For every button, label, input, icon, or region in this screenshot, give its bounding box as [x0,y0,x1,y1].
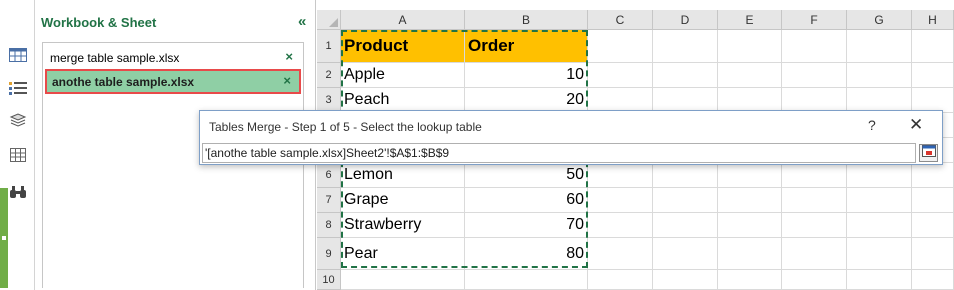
cell-a9[interactable]: Pear [341,238,465,270]
cell-h8[interactable] [912,213,954,238]
cell-c2[interactable] [588,63,653,88]
cell-e1[interactable] [718,30,782,63]
close-button[interactable]: ✕ [909,115,923,135]
cell-a2[interactable]: Apple [341,63,465,88]
column-header-e[interactable]: E [718,10,782,30]
row-header-1[interactable]: 1 [317,30,341,63]
cell-f1[interactable] [782,30,847,63]
cell-b6[interactable]: 50 [465,163,588,188]
column-header-d[interactable]: D [653,10,718,30]
cell-h6[interactable] [912,163,954,188]
dialog-title: Tables Merge - Step 1 of 5 - Select the … [209,120,482,134]
cell-d8[interactable] [653,213,718,238]
cell-h1[interactable] [912,30,954,63]
remove-workbook-icon[interactable]: × [285,49,293,64]
tool-icon-strip [0,0,35,290]
tables-merge-dialog: Tables Merge - Step 1 of 5 - Select the … [199,110,943,165]
cell-c9[interactable] [588,238,653,270]
cell-c1[interactable] [588,30,653,63]
workbook-item-label: anothe table sample.xlsx [52,74,195,89]
cell-d1[interactable] [653,30,718,63]
cell-a1[interactable]: Product [341,30,465,63]
table-icon[interactable] [9,47,27,63]
cell-e2[interactable] [718,63,782,88]
cell-g1[interactable] [847,30,912,63]
cell-g7[interactable] [847,188,912,213]
cell-c7[interactable] [588,188,653,213]
cell-b7[interactable]: 60 [465,188,588,213]
cell-d7[interactable] [653,188,718,213]
cell-a10[interactable] [341,270,465,290]
workbook-item-label: merge table sample.xlsx [50,50,180,65]
cell-e7[interactable] [718,188,782,213]
cell-c6[interactable] [588,163,653,188]
cell-f9[interactable] [782,238,847,270]
layers-icon[interactable] [9,112,27,128]
cell-f6[interactable] [782,163,847,188]
cell-b9[interactable]: 80 [465,238,588,270]
range-picker-icon [921,144,936,162]
collapse-pane-icon[interactable]: « [298,13,306,30]
range-picker-button[interactable] [919,144,938,162]
cell-a7[interactable]: Grape [341,188,465,213]
list-icon[interactable] [9,80,27,96]
cell-e9[interactable] [718,238,782,270]
select-all-corner[interactable] [317,10,341,30]
cell-d2[interactable] [653,63,718,88]
cell-g2[interactable] [847,63,912,88]
cell-b2[interactable]: 10 [465,63,588,88]
column-header-h[interactable]: H [912,10,954,30]
cell-f8[interactable] [782,213,847,238]
row-header-6[interactable]: 6 [317,163,341,188]
pane-title: Workbook & Sheet [41,15,157,30]
cell-e10[interactable] [718,270,782,290]
cell-a6[interactable]: Lemon [341,163,465,188]
cell-g10[interactable] [847,270,912,290]
cell-h7[interactable] [912,188,954,213]
column-header-g[interactable]: G [847,10,912,30]
cell-c10[interactable] [588,270,653,290]
workbook-list: merge table sample.xlsx × anothe table s… [42,42,304,288]
cell-h10[interactable] [912,270,954,290]
cell-f2[interactable] [782,63,847,88]
column-header-a[interactable]: A [341,10,465,30]
cell-b1[interactable]: Order [465,30,588,63]
range-input[interactable]: '[anothe table sample.xlsx]Sheet2'!$A$1:… [202,143,916,163]
row-header-2[interactable]: 2 [317,63,341,88]
workbook-item[interactable]: merge table sample.xlsx × [45,45,301,70]
cell-g6[interactable] [847,163,912,188]
cell-b8[interactable]: 70 [465,213,588,238]
cell-d10[interactable] [653,270,718,290]
workbook-item-selected[interactable]: anothe table sample.xlsx × [45,69,301,94]
cell-d9[interactable] [653,238,718,270]
row-header-7[interactable]: 7 [317,188,341,213]
cell-h9[interactable] [912,238,954,270]
column-header-c[interactable]: C [588,10,653,30]
cell-g9[interactable] [847,238,912,270]
cell-f7[interactable] [782,188,847,213]
help-button[interactable]: ? [868,117,876,133]
row-header-8[interactable]: 8 [317,213,341,238]
cell-f10[interactable] [782,270,847,290]
row-header-9[interactable]: 9 [317,238,341,270]
cell-d6[interactable] [653,163,718,188]
cell-h2[interactable] [912,63,954,88]
cell-b10[interactable] [465,270,588,290]
cell-c8[interactable] [588,213,653,238]
binoculars-icon[interactable] [9,184,27,200]
cell-g8[interactable] [847,213,912,238]
remove-workbook-icon[interactable]: × [283,73,291,88]
cell-a8[interactable]: Strawberry [341,213,465,238]
grid-icon[interactable] [9,147,27,163]
column-header-f[interactable]: F [782,10,847,30]
column-header-b[interactable]: B [465,10,588,30]
pane-resize-grip-icon [2,236,6,240]
cell-e6[interactable] [718,163,782,188]
row-header-10[interactable]: 10 [317,270,341,290]
cell-e8[interactable] [718,213,782,238]
